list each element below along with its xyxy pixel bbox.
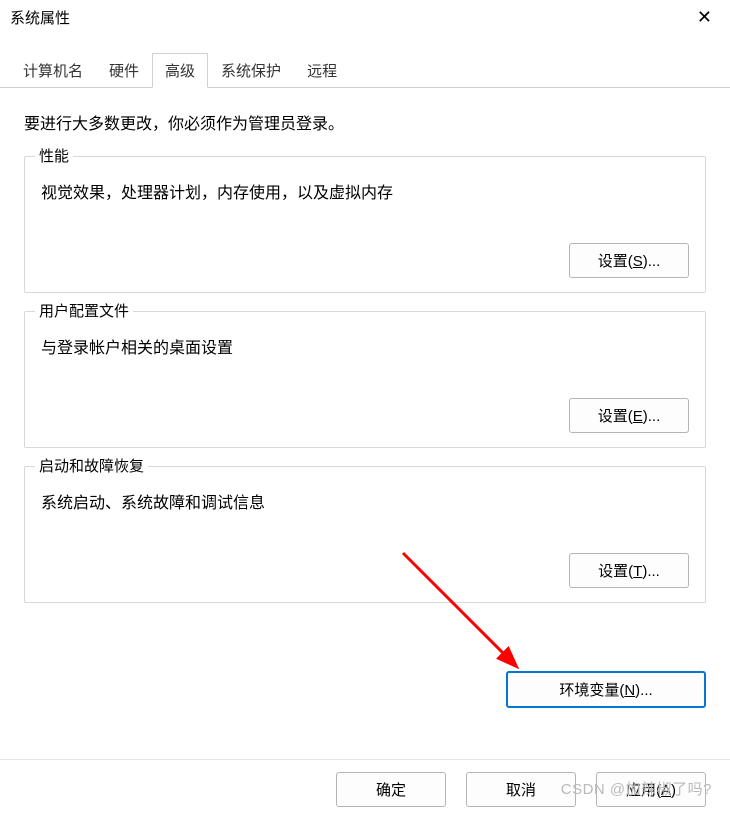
- group-performance-label: 性能: [35, 145, 73, 166]
- apply-button[interactable]: 应用(A): [596, 772, 706, 807]
- tab-remote[interactable]: 远程: [294, 53, 350, 88]
- titlebar: 系统属性 ✕: [0, 0, 730, 34]
- tab-computer-name[interactable]: 计算机名: [10, 53, 96, 88]
- user-profile-settings-button[interactable]: 设置(E)...: [569, 398, 689, 433]
- startup-recovery-settings-button[interactable]: 设置(T)...: [569, 553, 689, 588]
- group-performance-desc: 视觉效果，处理器计划，内存使用，以及虚拟内存: [41, 179, 689, 203]
- tab-advanced[interactable]: 高级: [152, 53, 208, 88]
- group-startup-recovery-label: 启动和故障恢复: [35, 455, 148, 476]
- admin-note: 要进行大多数更改，你必须作为管理员登录。: [24, 110, 706, 134]
- group-startup-recovery-desc: 系统启动、系统故障和调试信息: [41, 489, 689, 513]
- tab-system-protection[interactable]: 系统保护: [208, 53, 294, 88]
- group-user-profile-desc: 与登录帐户相关的桌面设置: [41, 334, 689, 358]
- tab-strip: 计算机名 硬件 高级 系统保护 远程: [0, 52, 730, 88]
- dialog-footer: 确定 取消 应用(A): [0, 759, 730, 815]
- group-startup-recovery: 启动和故障恢复 系统启动、系统故障和调试信息 设置(T)...: [24, 466, 706, 603]
- ok-button[interactable]: 确定: [336, 772, 446, 807]
- group-user-profile: 用户配置文件 与登录帐户相关的桌面设置 设置(E)...: [24, 311, 706, 448]
- tab-panel-advanced: 要进行大多数更改，你必须作为管理员登录。 性能 视觉效果，处理器计划，内存使用，…: [0, 88, 730, 637]
- tab-hardware[interactable]: 硬件: [96, 53, 152, 88]
- window-title: 系统属性: [10, 7, 70, 28]
- environment-variables-button[interactable]: 环境变量(N)...: [506, 671, 706, 708]
- close-icon[interactable]: ✕: [691, 4, 718, 30]
- group-performance: 性能 视觉效果，处理器计划，内存使用，以及虚拟内存 设置(S)...: [24, 156, 706, 293]
- group-user-profile-label: 用户配置文件: [35, 300, 133, 321]
- cancel-button[interactable]: 取消: [466, 772, 576, 807]
- performance-settings-button[interactable]: 设置(S)...: [569, 243, 689, 278]
